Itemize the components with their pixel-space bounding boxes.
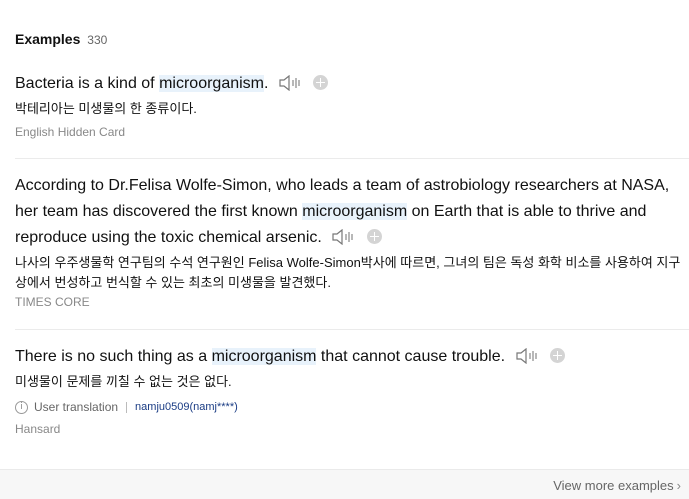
view-more-examples-link[interactable]: View more examples › [553,478,681,493]
examples-header: Examples 330 [15,31,107,47]
speaker-icon[interactable] [279,75,303,91]
speaker-icon[interactable] [332,229,356,245]
examples-title: Examples [15,31,81,47]
example-source[interactable]: Hansard [15,422,689,436]
chevron-right-icon: › [676,478,681,493]
examples-count: 330 [87,33,108,47]
info-icon[interactable]: i [15,400,28,414]
add-to-wordbook-icon[interactable] [313,75,329,90]
examples-footer: View more examples › [0,469,689,499]
example-translation: 나사의 우주생물학 연구팀의 수석 연구원인 Felisa Wolfe-Simo… [15,255,681,290]
add-to-wordbook-icon[interactable] [366,229,382,244]
example-source[interactable]: TIMES CORE [15,295,689,309]
example-sentence: There is no such thing as a microorganis… [15,344,689,370]
example-item-3: There is no such thing as a microorganis… [15,344,689,436]
example-sentence: According to Dr.Felisa Wolfe-Simon, who … [15,177,670,246]
example-sentence: Bacteria is a kind of microorganism. [15,71,689,97]
example-translation: 미생물이 문제를 끼칠 수 없는 것은 없다. [15,374,232,389]
add-to-wordbook-icon[interactable] [549,348,565,363]
example-item-1: Bacteria is a kind of microorganism. 박테리… [15,71,689,139]
meta-separator [126,401,128,413]
keyword-highlight[interactable]: microorganism [159,75,264,92]
example-source[interactable]: English Hidden Card [15,125,689,139]
divider [15,158,689,159]
speaker-icon[interactable] [515,348,540,364]
keyword-highlight[interactable]: microorganism [302,203,408,220]
keyword-highlight[interactable]: microorganism [211,348,317,365]
example-item-2: According to Dr.Felisa Wolfe-Simon, who … [15,173,689,309]
translation-meta: i User translation namju0509(namj****) [15,400,689,414]
translator-link[interactable]: namju0509(namj****) [135,401,238,413]
example-translation: 박테리아는 미생물의 한 종류이다. [15,101,197,116]
user-translation-label: User translation [34,400,119,414]
divider [15,329,689,330]
